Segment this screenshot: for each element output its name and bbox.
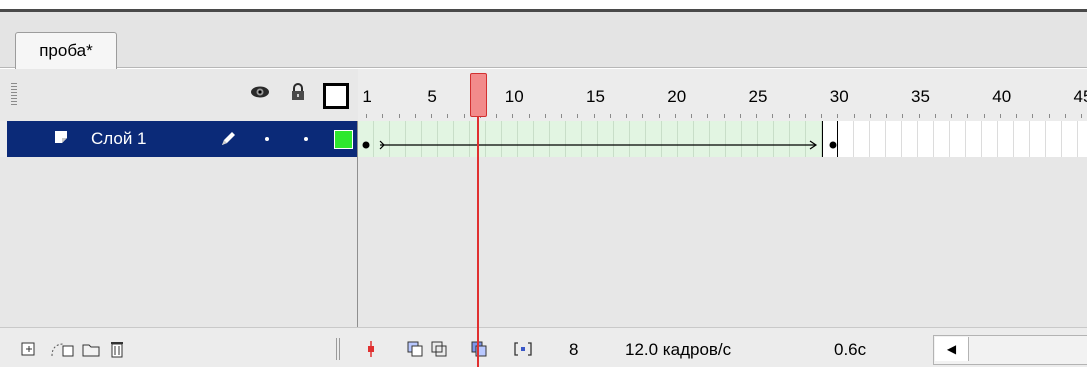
ruler-label: 30 bbox=[829, 87, 849, 106]
window-top-strip bbox=[0, 0, 1087, 12]
ruler-tick bbox=[772, 114, 774, 118]
document-tab-label: проба* bbox=[39, 41, 93, 60]
ruler-tick bbox=[1064, 114, 1066, 118]
document-tab[interactable]: проба* bbox=[15, 32, 117, 69]
new-folder-icon[interactable] bbox=[82, 340, 100, 358]
ruler-tick bbox=[447, 114, 449, 118]
ruler-tick bbox=[886, 114, 888, 118]
ruler-tick bbox=[544, 114, 546, 118]
ruler-label: 45 bbox=[1073, 87, 1087, 106]
current-frame: 8 bbox=[569, 340, 579, 359]
scroll-left-icon[interactable]: ◀ bbox=[935, 337, 969, 361]
ruler-tick bbox=[382, 114, 384, 118]
keyframe-dot-icon bbox=[829, 141, 837, 149]
elapsed-time: 0.6с bbox=[834, 340, 867, 359]
ruler-tick bbox=[463, 114, 465, 118]
frame-ruler[interactable]: 151015202530354045 bbox=[358, 69, 1087, 121]
ruler-tick bbox=[658, 114, 660, 118]
layer-list-empty-area bbox=[0, 157, 358, 327]
ruler-label: 15 bbox=[586, 87, 605, 106]
layer-gutter bbox=[0, 121, 7, 157]
ruler-label: 25 bbox=[748, 87, 768, 106]
ruler-tick bbox=[707, 114, 709, 118]
ruler-label: 1 bbox=[362, 87, 372, 106]
ruler-tick bbox=[869, 114, 871, 118]
ruler-tick bbox=[626, 114, 628, 118]
ruler-tick bbox=[837, 114, 839, 118]
add-motion-guide-icon[interactable] bbox=[48, 340, 76, 358]
playhead-handle[interactable] bbox=[470, 73, 487, 117]
tween-arrow bbox=[362, 140, 818, 150]
horizontal-scrollbar[interactable]: ◀ bbox=[933, 335, 1087, 365]
pencil-icon bbox=[222, 132, 235, 145]
ruler-tick bbox=[853, 114, 855, 118]
ruler-tick bbox=[918, 114, 920, 118]
layer-name[interactable]: Слой 1 bbox=[91, 129, 147, 149]
bottom-grip-handle[interactable] bbox=[336, 338, 342, 360]
onion-skin-outlines-icon[interactable] bbox=[430, 340, 448, 358]
panel-grip-handle[interactable] bbox=[11, 83, 17, 105]
timeline-header: 151015202530354045 bbox=[0, 69, 1087, 121]
layer-color-swatch[interactable] bbox=[334, 130, 353, 149]
layer-icon bbox=[55, 131, 67, 143]
ruler-tick bbox=[496, 114, 498, 118]
frames-empty-area bbox=[358, 157, 1087, 327]
ruler-label: 10 bbox=[504, 87, 524, 106]
ruler-tick bbox=[1048, 114, 1050, 118]
edit-multiple-frames-icon[interactable] bbox=[470, 340, 488, 358]
visibility-dot[interactable] bbox=[265, 137, 269, 141]
lock-icon[interactable] bbox=[290, 83, 306, 101]
ruler-tick bbox=[902, 114, 904, 118]
ruler-tick bbox=[756, 114, 758, 118]
ruler-tick bbox=[723, 114, 725, 118]
ruler-tick bbox=[593, 114, 595, 118]
ruler-tick bbox=[577, 114, 579, 118]
center-frame-icon[interactable] bbox=[366, 340, 376, 358]
ruler-tick bbox=[999, 114, 1001, 118]
ruler-label: 35 bbox=[911, 87, 930, 106]
ruler-tick bbox=[366, 114, 368, 118]
outline-icon[interactable] bbox=[323, 83, 349, 109]
ruler-label: 5 bbox=[427, 87, 437, 106]
ruler-tick bbox=[674, 114, 676, 118]
document-tab-bar: проба* bbox=[0, 12, 1087, 69]
ruler-tick bbox=[431, 114, 433, 118]
ruler-tick bbox=[788, 114, 790, 118]
ruler-label: 20 bbox=[667, 87, 687, 106]
layer-row-selected[interactable]: Слой 1 bbox=[7, 121, 358, 157]
new-layer-icon[interactable] bbox=[20, 340, 38, 358]
ruler-tick bbox=[951, 114, 953, 118]
onion-skin-icon[interactable] bbox=[406, 340, 424, 358]
end-keyframe[interactable] bbox=[822, 121, 838, 157]
ruler-tick bbox=[739, 114, 741, 118]
ruler-tick bbox=[1081, 114, 1083, 118]
ruler-tick bbox=[821, 114, 823, 118]
ruler-tick bbox=[609, 114, 611, 118]
ruler-tick bbox=[1016, 114, 1018, 118]
ruler-tick bbox=[642, 114, 644, 118]
ruler-tick bbox=[983, 114, 985, 118]
ruler-tick bbox=[528, 114, 530, 118]
ruler-tick bbox=[804, 114, 806, 118]
ruler-tick bbox=[934, 114, 936, 118]
ruler-tick bbox=[967, 114, 969, 118]
frame-rate[interactable]: 12.0 кадров/с bbox=[625, 340, 731, 360]
modify-onion-markers-icon[interactable] bbox=[512, 340, 534, 358]
timeline-bottom-bar: 8 12.0 кадров/с 0.6с ◀ bbox=[0, 327, 1087, 367]
ruler-tick bbox=[1032, 114, 1034, 118]
lock-dot[interactable] bbox=[304, 137, 308, 141]
ruler-tick bbox=[691, 114, 693, 118]
eye-icon[interactable] bbox=[250, 85, 270, 99]
trash-icon[interactable] bbox=[108, 340, 126, 358]
layer-frames[interactable] bbox=[358, 121, 1087, 157]
ruler-tick bbox=[561, 114, 563, 118]
ruler-label: 40 bbox=[992, 87, 1012, 106]
ruler-tick bbox=[414, 114, 416, 118]
ruler-tick bbox=[512, 114, 514, 118]
ruler-tick bbox=[398, 114, 400, 118]
playhead-line bbox=[477, 117, 479, 367]
